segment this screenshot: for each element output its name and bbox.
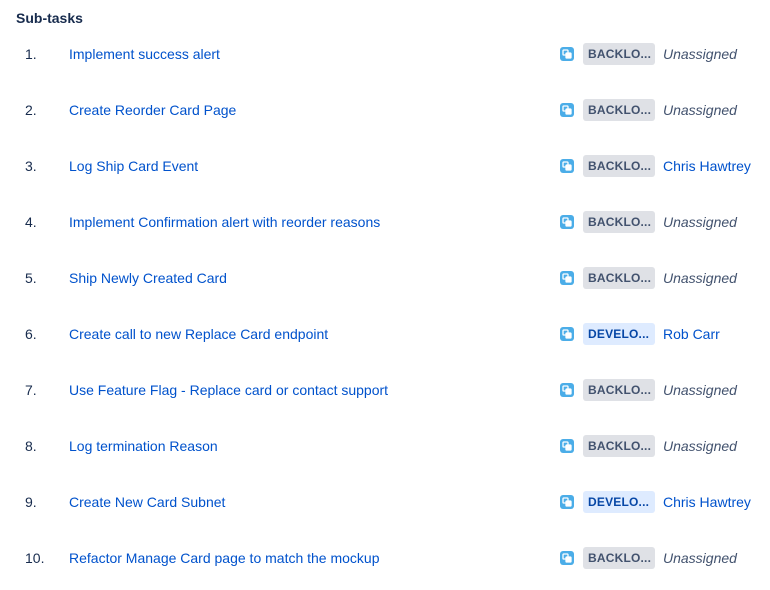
- subtask-summary-link[interactable]: Implement Confirmation alert with reorde…: [69, 214, 380, 230]
- subtask-icon: [560, 215, 574, 229]
- assignee-unassigned: Unassigned: [663, 382, 737, 398]
- status-badge[interactable]: BACKLO...: [583, 267, 655, 289]
- subtask-number: 2.: [25, 102, 37, 118]
- subtask-summary-link[interactable]: Log Ship Card Event: [69, 158, 198, 174]
- subtask-number: 1.: [25, 46, 37, 62]
- subtask-row: 4. Implement Confirmation alert with reor…: [0, 194, 770, 250]
- subtask-summary-link[interactable]: Create call to new Replace Card endpoint: [69, 326, 328, 342]
- status-badge[interactable]: BACKLO...: [583, 379, 655, 401]
- assignee-link[interactable]: Chris Hawtrey: [663, 158, 751, 174]
- subtask-number: 4.: [25, 214, 37, 230]
- subtask-number: 3.: [25, 158, 37, 174]
- subtask-icon: [560, 47, 574, 61]
- subtask-icon: [560, 327, 574, 341]
- subtask-summary-link[interactable]: Implement success alert: [69, 46, 220, 62]
- assignee-unassigned: Unassigned: [663, 214, 737, 230]
- assignee-unassigned: Unassigned: [663, 102, 737, 118]
- status-badge[interactable]: DEVELO...: [583, 323, 655, 345]
- subtask-icon: [560, 383, 574, 397]
- subtask-row: 9. Create New Card Subnet DEVELO... Chris H…: [0, 474, 770, 530]
- subtask-icon: [560, 495, 574, 509]
- status-badge[interactable]: BACKLO...: [583, 43, 655, 65]
- assignee-unassigned: Unassigned: [663, 550, 737, 566]
- subtask-number: 5.: [25, 270, 37, 286]
- subtask-icon: [560, 551, 574, 565]
- subtask-row: 2. Create Reorder Card Page BACKLO... Unass…: [0, 82, 770, 138]
- subtask-row: 7. Use Feature Flag - Replace card or con…: [0, 362, 770, 418]
- status-badge[interactable]: BACKLO...: [583, 547, 655, 569]
- subtask-summary-link[interactable]: Log termination Reason: [69, 438, 218, 454]
- subtask-summary-link[interactable]: Refactor Manage Card page to match the m…: [69, 550, 380, 566]
- subtask-row: 8. Log termination Reason BACKLO... Unassig…: [0, 418, 770, 474]
- subtask-summary-link[interactable]: Ship Newly Created Card: [69, 270, 227, 286]
- subtask-row: 1. Implement success alert BACKLO... Unassi…: [0, 26, 770, 82]
- assignee-link[interactable]: Chris Hawtrey: [663, 494, 751, 510]
- subtask-summary-link[interactable]: Create Reorder Card Page: [69, 102, 236, 118]
- subtasks-panel: Sub-tasks 1. Implement success alert BACKL…: [0, 0, 770, 590]
- status-badge[interactable]: BACKLO...: [583, 435, 655, 457]
- assignee-unassigned: Unassigned: [663, 438, 737, 454]
- subtask-number: 6.: [25, 326, 37, 342]
- subtask-icon: [560, 439, 574, 453]
- assignee-link[interactable]: Rob Carr: [663, 326, 720, 342]
- subtask-number: 10.: [25, 550, 45, 566]
- status-badge[interactable]: BACKLO...: [583, 99, 655, 121]
- subtask-row: 5. Ship Newly Created Card BACKLO... Unassi…: [0, 250, 770, 306]
- subtask-row: 10. Refactor Manage Card page to match th…: [0, 530, 770, 586]
- subtask-icon: [560, 159, 574, 173]
- subtask-number: 9.: [25, 494, 37, 510]
- subtask-summary-link[interactable]: Create New Card Subnet: [69, 494, 225, 510]
- subtask-row: 3. Log Ship Card Event BACKLO... Chris Hawt…: [0, 138, 770, 194]
- section-title: Sub-tasks: [16, 10, 83, 26]
- subtask-list: 1. Implement success alert BACKLO... Unassi…: [0, 26, 770, 586]
- subtask-summary-link[interactable]: Use Feature Flag - Replace card or conta…: [69, 382, 388, 398]
- status-badge[interactable]: BACKLO...: [583, 155, 655, 177]
- assignee-unassigned: Unassigned: [663, 46, 737, 62]
- assignee-unassigned: Unassigned: [663, 270, 737, 286]
- status-badge[interactable]: DEVELO...: [583, 491, 655, 513]
- subtask-icon: [560, 103, 574, 117]
- subtask-row: 6. Create call to new Replace Card endpoi…: [0, 306, 770, 362]
- status-badge[interactable]: BACKLO...: [583, 211, 655, 233]
- subtask-number: 8.: [25, 438, 37, 454]
- subtask-number: 7.: [25, 382, 37, 398]
- subtask-icon: [560, 271, 574, 285]
